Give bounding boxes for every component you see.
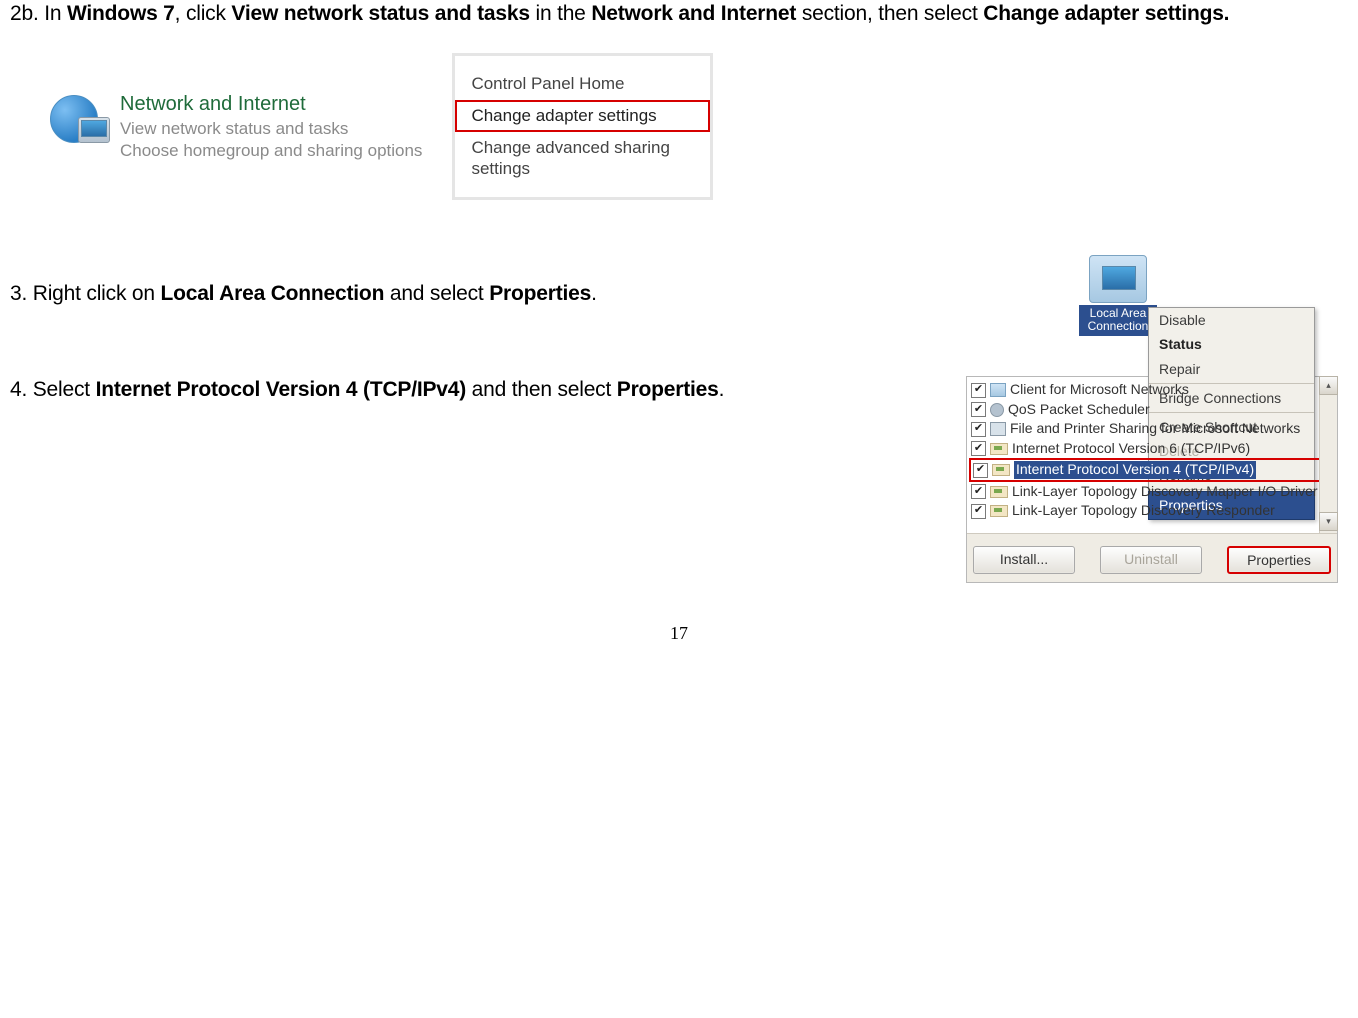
properties-button[interactable]: Properties bbox=[1227, 546, 1331, 574]
protocol-icon bbox=[992, 464, 1010, 476]
service-icon bbox=[990, 403, 1004, 417]
list-item[interactable]: ✔ QoS Packet Scheduler bbox=[969, 400, 1335, 420]
step-3-target: Local Area Connection bbox=[160, 282, 384, 305]
network-internet-text: Network and Internet View network status… bbox=[120, 93, 422, 162]
connection-properties-list: ✔ Client for Microsoft Networks ✔ QoS Pa… bbox=[966, 376, 1338, 583]
checkbox-icon[interactable]: ✔ bbox=[971, 422, 986, 437]
nav-control-panel-home[interactable]: Control Panel Home bbox=[455, 68, 710, 100]
step-3-row: 3. Right click on Local Area Connection … bbox=[10, 255, 1348, 336]
list-item-label: Link-Layer Topology Discovery Responder bbox=[1012, 502, 1275, 520]
list-item-label: Link-Layer Topology Discovery Mapper I/O… bbox=[1012, 483, 1318, 501]
checkbox-icon[interactable]: ✔ bbox=[971, 402, 986, 417]
uninstall-button: Uninstall bbox=[1100, 546, 1202, 574]
scroll-down-icon[interactable]: ▾ bbox=[1319, 512, 1338, 531]
list-item-label: Client for Microsoft Networks bbox=[1010, 381, 1189, 399]
choose-homegroup-link[interactable]: Choose homegroup and sharing options bbox=[120, 140, 422, 162]
checkbox-icon[interactable]: ✔ bbox=[973, 463, 988, 478]
step-4: 4. Select Internet Protocol Version 4 (T… bbox=[10, 376, 966, 404]
checkbox-icon[interactable]: ✔ bbox=[971, 383, 986, 398]
list-item[interactable]: ✔ Client for Microsoft Networks bbox=[969, 380, 1335, 400]
step-4-mid: and then select bbox=[466, 378, 617, 401]
step-4-row: 4. Select Internet Protocol Version 4 (T… bbox=[10, 376, 1348, 583]
step-4-suffix: . bbox=[719, 378, 725, 401]
step-2b-mid2: in the bbox=[530, 2, 591, 25]
protocol-icon bbox=[990, 443, 1008, 455]
step-2b-images: Network and Internet View network status… bbox=[10, 53, 1348, 200]
checkbox-icon[interactable]: ✔ bbox=[971, 484, 986, 499]
network-and-internet-panel: Network and Internet View network status… bbox=[50, 53, 422, 162]
step-3-text: 3. Right click on Local Area Connection … bbox=[10, 280, 1068, 308]
menu-disable[interactable]: Disable bbox=[1149, 308, 1314, 332]
list-item[interactable]: ✔ File and Printer Sharing for Microsoft… bbox=[969, 419, 1335, 439]
scrollbar[interactable]: ▴ ▾ bbox=[1319, 377, 1337, 533]
local-area-connection-figure: Local Area Connection Disable Status Rep… bbox=[1068, 255, 1318, 336]
step-2b-mid1: , click bbox=[175, 2, 232, 25]
scroll-up-icon[interactable]: ▴ bbox=[1319, 376, 1338, 395]
list-item-label: QoS Packet Scheduler bbox=[1008, 401, 1150, 419]
step-2b-section: Network and Internet bbox=[591, 2, 796, 25]
step-2b-text: 2b. In Windows 7, click View network sta… bbox=[10, 0, 1348, 28]
network-globe-icon bbox=[50, 93, 110, 143]
protocol-icon bbox=[990, 505, 1008, 517]
install-button[interactable]: Install... bbox=[973, 546, 1075, 574]
list-item[interactable]: ✔ Link-Layer Topology Discovery Responde… bbox=[969, 501, 1335, 521]
list-item-label: Internet Protocol Version 6 (TCP/IPv6) bbox=[1012, 440, 1250, 458]
checkbox-icon[interactable]: ✔ bbox=[971, 441, 986, 456]
menu-status[interactable]: Status bbox=[1149, 332, 1314, 356]
list-item[interactable]: ✔ Link-Layer Topology Discovery Mapper I… bbox=[969, 482, 1335, 502]
list-item[interactable]: ✔ Internet Protocol Version 6 (TCP/IPv6) bbox=[969, 439, 1335, 459]
list-item-label: Internet Protocol Version 4 (TCP/IPv4) bbox=[1014, 461, 1256, 479]
properties-buttons-row: Install... Uninstall Properties bbox=[967, 533, 1337, 582]
list-item-selected[interactable]: ✔ Internet Protocol Version 4 (TCP/IPv4) bbox=[969, 458, 1335, 482]
network-internet-title[interactable]: Network and Internet bbox=[120, 93, 422, 116]
step-2b: 2b. In Windows 7, click View network sta… bbox=[10, 0, 1348, 200]
service-icon bbox=[990, 422, 1006, 436]
step-2b-os: Windows 7 bbox=[67, 2, 175, 25]
step-4-target: Internet Protocol Version 4 (TCP/IPv4) bbox=[96, 378, 466, 401]
step-4-action: Properties bbox=[617, 378, 719, 401]
step-3-suffix: . bbox=[591, 282, 597, 305]
view-network-status-link[interactable]: View network status and tasks bbox=[120, 118, 422, 140]
page-number: 17 bbox=[10, 623, 1348, 644]
step-4-text: 4. Select Internet Protocol Version 4 (T… bbox=[10, 376, 966, 404]
step-3-action: Properties bbox=[489, 282, 591, 305]
lac-icon[interactable] bbox=[1089, 255, 1147, 303]
step-2b-action2: Change adapter settings. bbox=[983, 2, 1229, 25]
checkbox-icon[interactable]: ✔ bbox=[971, 504, 986, 519]
step-3: 3. Right click on Local Area Connection … bbox=[10, 255, 1068, 308]
step-3-mid: and select bbox=[384, 282, 489, 305]
control-panel-nav: Control Panel Home Change adapter settin… bbox=[452, 53, 713, 200]
protocol-icon bbox=[990, 486, 1008, 498]
step-3-prefix: 3. Right click on bbox=[10, 282, 160, 305]
client-icon bbox=[990, 383, 1006, 397]
step-2b-prefix: 2b. In bbox=[10, 2, 67, 25]
list-item-label: File and Printer Sharing for Microsoft N… bbox=[1010, 420, 1300, 438]
lac-label[interactable]: Local Area Connection bbox=[1079, 305, 1157, 335]
step-4-prefix: 4. Select bbox=[10, 378, 96, 401]
step-2b-action1: View network status and tasks bbox=[231, 2, 529, 25]
step-2b-mid3: section, then select bbox=[796, 2, 983, 25]
properties-listbox[interactable]: ✔ Client for Microsoft Networks ✔ QoS Pa… bbox=[967, 377, 1337, 533]
nav-change-adapter-settings[interactable]: Change adapter settings bbox=[455, 100, 710, 132]
nav-change-advanced-sharing[interactable]: Change advanced sharing settings bbox=[455, 132, 710, 185]
